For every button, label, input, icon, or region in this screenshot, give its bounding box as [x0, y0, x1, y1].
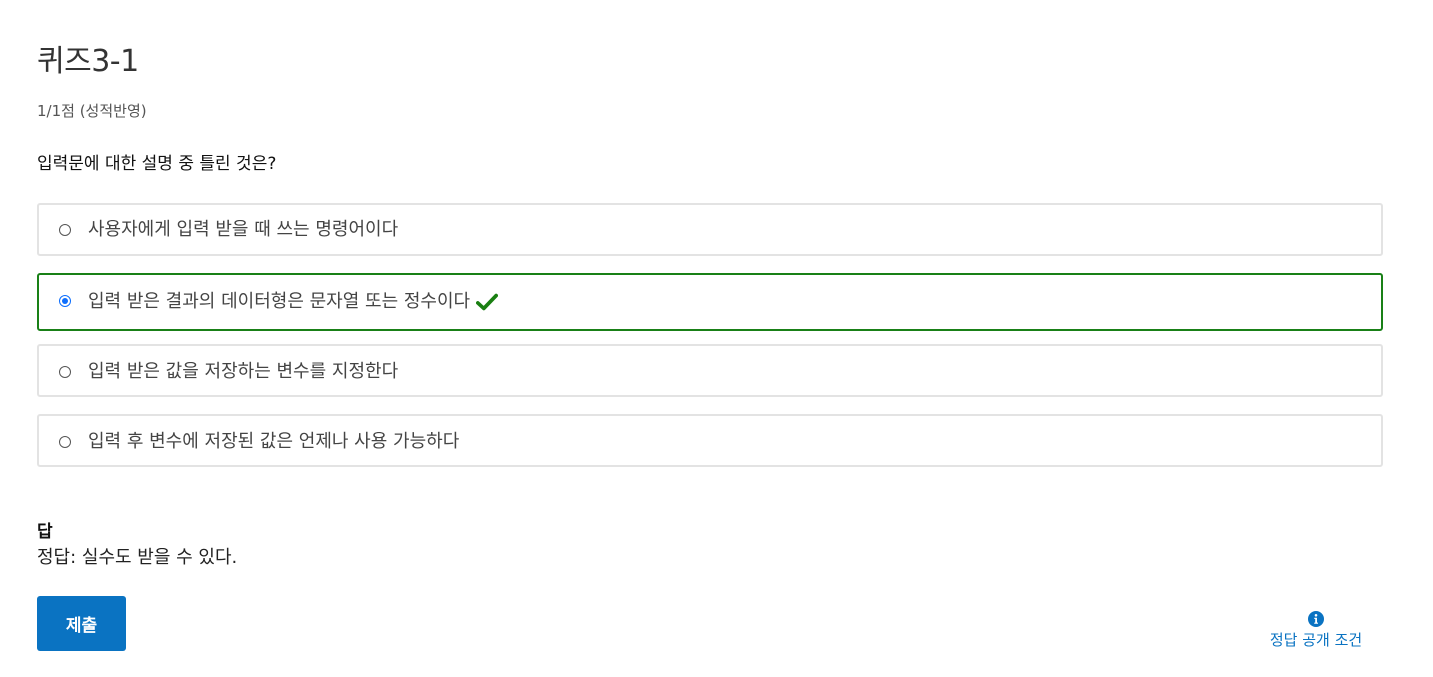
radio-option-2[interactable]	[59, 295, 71, 307]
answer-reveal-conditions-link[interactable]: 정답 공개 조건	[1261, 611, 1371, 651]
radio-option-3[interactable]	[59, 366, 71, 378]
option-label: 입력 후 변수에 저장된 값은 언제나 사용 가능하다	[88, 431, 460, 452]
option-2[interactable]: 입력 받은 결과의 데이터형은 문자열 또는 정수이다	[37, 273, 1383, 331]
option-label: 사용자에게 입력 받을 때 쓰는 명령어이다	[88, 219, 399, 240]
check-icon	[476, 293, 499, 311]
radio-option-1[interactable]	[59, 224, 71, 236]
score-text: 1/1점 (성적반영)	[37, 102, 147, 120]
page-title: 퀴즈3-1	[37, 44, 139, 79]
answer-heading: 답	[37, 522, 53, 542]
option-label: 입력 받은 값을 저장하는 변수를 지정한다	[88, 361, 399, 382]
radio-option-4[interactable]	[59, 436, 71, 448]
submit-button[interactable]: 제출	[37, 596, 126, 651]
info-icon	[1308, 611, 1324, 627]
answer-text: 정답: 실수도 받을 수 있다.	[37, 547, 238, 568]
option-1[interactable]: 사용자에게 입력 받을 때 쓰는 명령어이다	[37, 203, 1383, 256]
question-text: 입력문에 대한 설명 중 틀린 것은?	[37, 154, 277, 174]
option-label-wrap: 입력 받은 결과의 데이터형은 문자열 또는 정수이다	[88, 289, 499, 315]
option-4[interactable]: 입력 후 변수에 저장된 값은 언제나 사용 가능하다	[37, 414, 1383, 467]
option-label: 입력 받은 결과의 데이터형은 문자열 또는 정수이다	[88, 291, 471, 312]
option-3[interactable]: 입력 받은 값을 저장하는 변수를 지정한다	[37, 344, 1383, 397]
reveal-label: 정답 공개 조건	[1269, 631, 1363, 649]
